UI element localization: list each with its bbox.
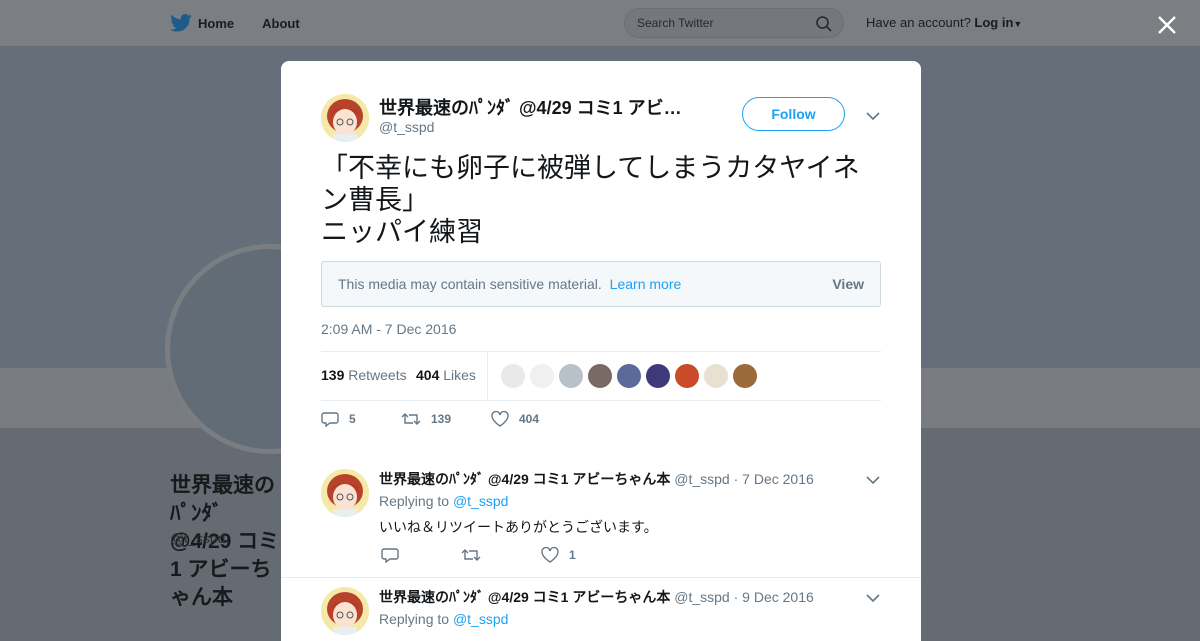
likes-label: Likes [443, 367, 476, 383]
liker-avatar[interactable] [617, 364, 641, 388]
like-count: 404 [519, 412, 540, 426]
reply-divider [281, 577, 921, 578]
chevron-down-icon: ▼ [1013, 19, 1023, 29]
like-action[interactable]: 1 [541, 547, 621, 563]
retweets-count: 139 [321, 367, 345, 383]
retweet-icon [461, 549, 481, 561]
anime-girl-avatar-icon [321, 587, 369, 635]
anime-girl-avatar-icon [321, 469, 369, 517]
retweet-count: 139 [431, 412, 452, 426]
chevron-down-icon[interactable] [866, 593, 880, 603]
dot-separator: · [733, 471, 739, 487]
tweet-author-handle[interactable]: @t_sspd [379, 119, 434, 135]
avatar[interactable] [321, 587, 369, 635]
liker-avatar[interactable] [704, 364, 728, 388]
view-media-button[interactable]: View [832, 276, 864, 292]
account-prompt: Have an account? Log in▼ [866, 15, 1022, 30]
reply-action[interactable]: 5 [321, 411, 377, 427]
profile-handle: @t_sspd [170, 530, 226, 546]
reply-like-count: 1 [569, 548, 576, 562]
chevron-down-icon[interactable] [866, 111, 880, 121]
liker-avatar[interactable] [646, 364, 670, 388]
mention-link[interactable]: @t_sspd [453, 611, 508, 627]
retweet-action[interactable] [461, 547, 541, 563]
liker-avatar[interactable] [588, 364, 612, 388]
liker-avatar[interactable] [733, 364, 757, 388]
tweet-actions: 5 139 404 [321, 411, 563, 427]
search-placeholder: Search Twitter [637, 16, 714, 30]
sensitive-notice-label: This media may contain sensitive materia… [338, 276, 602, 292]
like-action[interactable]: 404 [491, 411, 539, 427]
avatar[interactable] [321, 94, 369, 142]
twitter-bird-icon [170, 14, 192, 32]
reply-author-name[interactable]: 世界最速のﾊﾟﾝﾀﾞ @4/29 コミ1 アビーちゃん本 [379, 471, 670, 487]
likes-stat[interactable]: 404 Likes [416, 367, 476, 383]
reply-count: 5 [349, 412, 356, 426]
replying-to: Replying to @t_sspd [379, 493, 508, 509]
tweet-author-name[interactable]: 世界最速のﾊﾟﾝﾀﾞ @4/29 コミ1 アビーちゃん本 [379, 94, 684, 120]
nav-about-link[interactable]: About [262, 16, 300, 31]
tweet-modal: 世界最速のﾊﾟﾝﾀﾞ @4/29 コミ1 アビーちゃん本 @t_sspd Fol… [281, 61, 921, 641]
anime-girl-avatar-icon [321, 94, 369, 142]
reply-author-name[interactable]: 世界最速のﾊﾟﾝﾀﾞ @4/29 コミ1 アビーちゃん本 [379, 589, 670, 605]
nav-home-link[interactable]: Home [170, 14, 234, 32]
tweet-divider [281, 444, 921, 445]
retweet-action[interactable]: 139 [401, 411, 467, 427]
stats-divider [487, 352, 488, 400]
search-icon[interactable] [815, 15, 833, 33]
sensitive-media-notice: This media may contain sensitive materia… [321, 261, 881, 307]
reply-header: 世界最速のﾊﾟﾝﾀﾞ @4/29 コミ1 アビーちゃん本 @t_sspd · 7… [379, 469, 814, 489]
chevron-down-icon[interactable] [866, 475, 880, 485]
heart-icon [491, 411, 509, 427]
reply-actions: 1 [381, 547, 621, 563]
replying-prefix: Replying to [379, 493, 450, 509]
reply-author-handle[interactable]: @t_sspd [674, 589, 729, 605]
reply-header: 世界最速のﾊﾟﾝﾀﾞ @4/29 コミ1 アビーちゃん本 @t_sspd · 9… [379, 587, 814, 607]
account-prompt-text: Have an account? [866, 15, 971, 30]
nav-home-label: Home [198, 15, 235, 31]
nav-left: Home About [170, 0, 328, 46]
liker-avatar[interactable] [675, 364, 699, 388]
reply-text: いいね＆リツイートありがとうございます。 [379, 520, 658, 536]
avatar[interactable] [321, 469, 369, 517]
reply-date[interactable]: 7 Dec 2016 [742, 471, 814, 487]
likes-count: 404 [416, 367, 440, 383]
tweet-stats: 139 Retweets 404 Likes [321, 351, 881, 401]
heart-icon [541, 547, 559, 563]
liker-avatar[interactable] [559, 364, 583, 388]
reply-author-handle[interactable]: @t_sspd [674, 471, 729, 487]
follow-button[interactable]: Follow [742, 97, 845, 131]
mention-link[interactable]: @t_sspd [453, 493, 508, 509]
reply-action[interactable] [381, 547, 461, 563]
reply-icon [381, 548, 399, 563]
login-label: Log in [974, 15, 1014, 30]
reply-tweet[interactable]: 世界最速のﾊﾟﾝﾀﾞ @4/29 コミ1 アビーちゃん本 @t_sspd · 7… [281, 469, 921, 577]
liker-avatar[interactable] [501, 364, 525, 388]
reply-icon [321, 412, 339, 427]
reply-tweet[interactable]: 世界最速のﾊﾟﾝﾀﾞ @4/29 コミ1 アビーちゃん本 @t_sspd · 9… [281, 587, 921, 641]
dot-separator: · [733, 589, 739, 605]
learn-more-link[interactable]: Learn more [610, 276, 682, 292]
search-input[interactable]: Search Twitter [624, 8, 844, 38]
sensitive-notice-text: This media may contain sensitive materia… [338, 276, 681, 292]
reply-date[interactable]: 9 Dec 2016 [742, 589, 814, 605]
top-navigation-bar: Home About Search Twitter Have an accoun… [0, 0, 1200, 47]
retweet-icon [401, 413, 421, 425]
replying-prefix: Replying to [379, 611, 450, 627]
liker-avatar[interactable] [530, 364, 554, 388]
replying-to: Replying to @t_sspd [379, 611, 508, 627]
login-link[interactable]: Log in▼ [974, 15, 1022, 30]
likers-avatars [501, 364, 762, 388]
tweet-text: 「不幸にも卵子に被弾してしまうカタヤイネン曹長」 ニッパイ練習 [321, 153, 860, 248]
close-icon[interactable] [1154, 12, 1180, 38]
retweets-stat[interactable]: 139 Retweets [321, 367, 407, 383]
retweets-label: Retweets [348, 367, 407, 383]
tweet-timestamp[interactable]: 2:09 AM - 7 Dec 2016 [321, 321, 456, 337]
